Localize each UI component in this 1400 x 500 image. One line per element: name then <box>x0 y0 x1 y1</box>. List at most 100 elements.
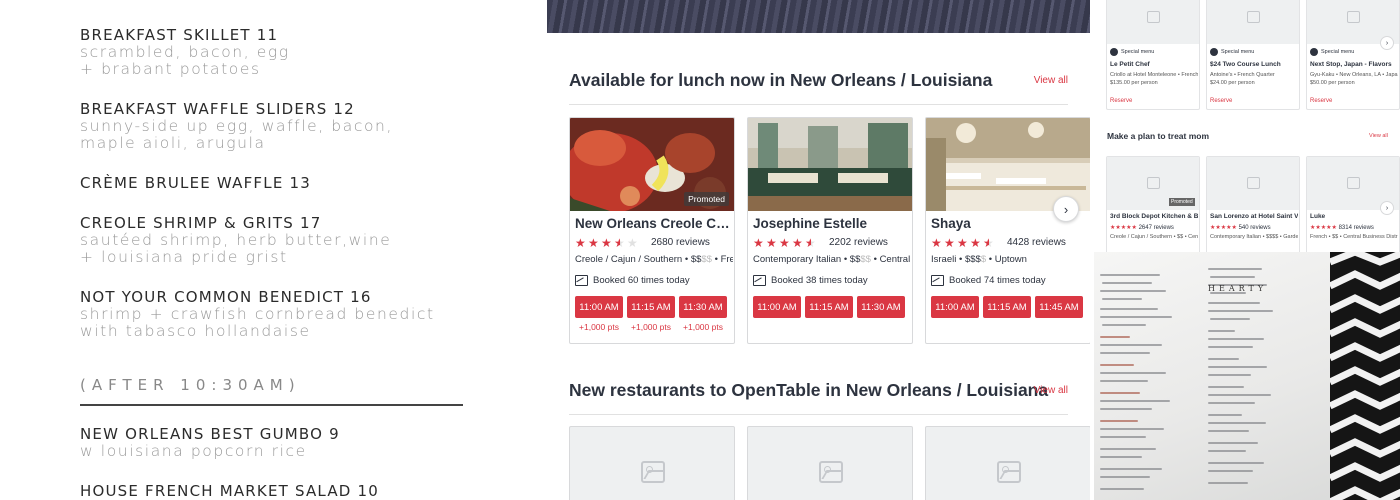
time-slot-button[interactable]: 11:00 AM <box>753 296 801 318</box>
blurred-text-line <box>1208 374 1252 376</box>
star-icon: ★ <box>970 236 981 250</box>
chevron-pattern-graphic <box>1330 252 1400 500</box>
blurred-text-line <box>1100 400 1170 402</box>
star-icon: ★ <box>753 236 764 250</box>
card-title: Next Stop, Japan - Flavors <box>1310 61 1392 68</box>
booked-text: Booked 74 times today <box>949 275 1046 286</box>
restaurant-card[interactable]: Promoted New Orleans Creole Cookery ★★★★… <box>569 117 735 344</box>
price-dim: $$ <box>701 254 712 265</box>
special-menu-card[interactable]: Special menu Le Petit Chef Criollo at Ho… <box>1106 0 1200 110</box>
cuisine: Contemporary Italian <box>753 254 842 265</box>
restaurant-card[interactable]: San Lorenzo at Hotel Saint Vincent ★★★★★… <box>1206 156 1300 252</box>
time-slot-button[interactable]: 11:30 AM <box>679 296 727 318</box>
blurred-text-line <box>1208 268 1262 270</box>
special-menu-tag: Special menu <box>1210 48 1254 56</box>
restaurant-card[interactable]: Promoted 3rd Block Depot Kitchen & Bar ★… <box>1106 156 1200 252</box>
card-subtitle: Gyu-Kaku • New Orleans, LA • Japanese <box>1310 72 1398 78</box>
restaurant-card[interactable]: Shaya ★ ★ ★ ★ ★ 4428 reviews Israeli • $$$$ … <box>925 117 1090 344</box>
card-title: San Lorenzo at Hotel Saint Vincent <box>1210 213 1298 220</box>
menu-item-desc: sunny-side up egg, waffle, bacon, <box>80 117 393 135</box>
blurred-text-line <box>1100 372 1166 374</box>
blurred-text-line <box>1208 482 1248 484</box>
price: $$$ <box>964 254 981 265</box>
blurred-text-line <box>1100 392 1140 394</box>
menu-item-title: NOT YOUR COMMON BENEDICT 16 <box>80 288 372 306</box>
card-price: $50.00 per person <box>1310 80 1355 86</box>
special-menu-card[interactable]: Special menu $24 Two Course Lunch Antoin… <box>1206 0 1300 110</box>
blurred-text-line <box>1210 276 1255 278</box>
carousel-next-button[interactable]: › <box>1380 201 1394 215</box>
blurred-text-line <box>1100 344 1162 346</box>
blurred-text-line <box>1100 456 1142 458</box>
time-slots: 11:00 AM 11:15 AM 11:30 AM <box>575 296 727 318</box>
neighborhood: Uptown <box>994 254 1027 265</box>
review-count[interactable]: 4428 reviews <box>1007 237 1066 248</box>
star-icon: ★ <box>944 236 955 250</box>
brunch-menu-panel: BREAKFAST SKILLET 11 scrambled, bacon, e… <box>0 0 547 500</box>
restaurant-photo <box>748 118 912 211</box>
reserve-link[interactable]: Reserve <box>1210 98 1232 104</box>
mini-star-rating: ★★★★★ 2647 reviews <box>1110 225 1174 231</box>
card-image <box>1207 0 1299 44</box>
review-count[interactable]: 2680 reviews <box>651 237 710 248</box>
menu-item: NOT YOUR COMMON BENEDICT 16 shrimp + cra… <box>80 288 520 340</box>
reserve-link[interactable]: Reserve <box>1310 98 1332 104</box>
menu-item-title: HOUSE FRENCH MARKET SALAD 10 <box>80 482 380 500</box>
time-slot-button[interactable]: 11:15 AM <box>983 296 1031 318</box>
star-icon: ★ <box>931 236 942 250</box>
menu-item: NEW ORLEANS BEST GUMBO 9 w louisiana pop… <box>80 425 520 460</box>
menu-photo: HEARTY <box>1094 252 1400 500</box>
view-all-link[interactable]: View all <box>1034 385 1068 396</box>
time-slot-button[interactable]: 11:15 AM <box>627 296 675 318</box>
star-rating: ★ ★ ★ ★ ★ <box>931 237 995 249</box>
blurred-text-line <box>1208 462 1264 464</box>
restaurant-name[interactable]: Josephine Estelle <box>753 216 912 231</box>
image-placeholder-icon <box>1247 177 1260 189</box>
special-menu-card[interactable]: Special menu Next Stop, Japan - Flavors … <box>1306 0 1400 110</box>
time-slot-button[interactable]: 11:00 AM <box>575 296 623 318</box>
restaurant-card-placeholder[interactable] <box>569 426 735 500</box>
restaurant-name[interactable]: New Orleans Creole Cookery <box>575 216 734 231</box>
blurred-text-line <box>1208 338 1264 340</box>
special-menu-tag: Special menu <box>1110 48 1154 56</box>
time-slot-button[interactable]: 11:30 AM <box>857 296 905 318</box>
carousel-next-button[interactable]: › <box>1053 196 1079 222</box>
restaurant-card-placeholder[interactable] <box>747 426 913 500</box>
blurred-text-line <box>1100 488 1144 490</box>
blurred-text-line <box>1100 380 1148 382</box>
view-all-link[interactable]: View all <box>1369 133 1388 139</box>
blurred-text-line <box>1208 430 1250 432</box>
review-count: 2647 reviews <box>1138 225 1174 231</box>
time-slot-button[interactable]: 11:00 AM <box>931 296 979 318</box>
time-slot-button[interactable]: 11:15 AM <box>805 296 853 318</box>
points-row: +1,000 pts +1,000 pts +1,000 pts <box>575 322 727 332</box>
restaurant-card-placeholder[interactable] <box>925 426 1090 500</box>
menu-item-title: BREAKFAST SKILLET 11 <box>80 26 279 44</box>
reserve-link[interactable]: Reserve <box>1110 98 1132 104</box>
trending-icon <box>931 275 944 286</box>
mini-opentable-panel: Special menu Le Petit Chef Criollo at Ho… <box>1090 0 1400 252</box>
blurred-text-line <box>1208 302 1261 304</box>
menu-item-desc: + brabant potatoes <box>80 60 261 78</box>
review-count[interactable]: 2202 reviews <box>829 237 888 248</box>
blurred-text-line <box>1102 298 1142 300</box>
carousel-next-button[interactable]: › <box>1380 36 1394 50</box>
blurred-text-line <box>1208 422 1266 424</box>
review-count: 540 reviews <box>1238 225 1271 231</box>
star-icon: ★ <box>779 236 790 250</box>
view-all-link[interactable]: View all <box>1034 75 1068 86</box>
menu-item-title: CRÈME BRULEE WAFFLE 13 <box>80 174 311 192</box>
blurred-text-line <box>1100 428 1164 430</box>
menu-item: BREAKFAST SKILLET 11 scrambled, bacon, e… <box>80 26 520 78</box>
blurred-text-line <box>1208 358 1239 360</box>
star-icon: ★ <box>601 236 612 250</box>
price: $$ <box>849 254 861 265</box>
blurred-text-line <box>1100 448 1156 450</box>
blurred-text-line <box>1100 420 1138 422</box>
time-slot-button[interactable]: 11:45 AM <box>1035 296 1083 318</box>
chevron-right-icon: › <box>1385 39 1389 47</box>
screen: BREAKFAST SKILLET 11 scrambled, bacon, e… <box>0 0 1400 500</box>
restaurant-card[interactable]: Josephine Estelle ★ ★ ★ ★ ★ 2202 reviews Con… <box>747 117 913 344</box>
image-placeholder-icon <box>819 461 843 483</box>
star-icon: ★ <box>805 236 816 250</box>
